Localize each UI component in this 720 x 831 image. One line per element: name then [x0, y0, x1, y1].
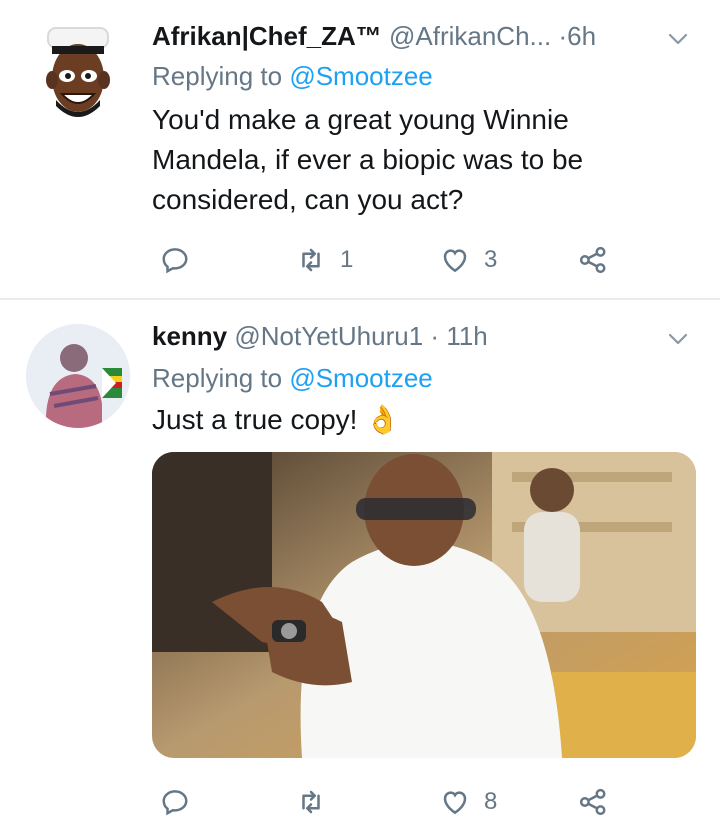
replying-to: Replying to @Smootzee: [152, 360, 433, 396]
tweet-actions: 8: [0, 782, 720, 822]
retweet-button[interactable]: [296, 782, 340, 822]
reply-icon: [162, 790, 188, 816]
user-handle[interactable]: @AfrikanCh...: [389, 21, 551, 51]
tweet-text-line: Mandela, if ever a biopic was to be: [152, 144, 584, 175]
reply-button[interactable]: [160, 240, 204, 280]
chevron-down-icon[interactable]: [666, 24, 690, 48]
reply-icon: [162, 248, 188, 274]
chevron-down-icon[interactable]: [666, 324, 690, 348]
retweet-icon: [302, 248, 320, 272]
display-name[interactable]: Afrikan|Chef_ZA™: [152, 21, 382, 51]
tweet-text-line: You'd make a great young Winnie: [152, 104, 569, 135]
separator-dot: ·: [558, 21, 568, 51]
replying-to-mention[interactable]: @Smootzee: [289, 363, 432, 393]
tweet-reply-1[interactable]: Afrikan|Chef_ZA™ @AfrikanCh... ·6h Reply…: [0, 0, 720, 298]
replying-to-mention[interactable]: @Smootzee: [289, 61, 432, 91]
share-icon: [579, 246, 606, 274]
replying-to-label: Replying to: [152, 61, 283, 91]
user-handle[interactable]: @NotYetUhuru1: [234, 321, 423, 351]
separator-dot: ·: [430, 321, 440, 351]
tweet-text: You'd make a great young Winnie Mandela,…: [152, 100, 680, 220]
tweet-header: Afrikan|Chef_ZA™ @AfrikanCh... ·6h: [152, 18, 690, 54]
like-count: 8: [484, 788, 498, 815]
replying-to-label: Replying to: [152, 363, 283, 393]
tweet-media-photo[interactable]: [152, 452, 696, 758]
like-count: 3: [484, 246, 498, 273]
retweet-icon: [302, 790, 320, 814]
reply-button[interactable]: [160, 782, 204, 822]
timestamp[interactable]: 6h: [567, 21, 596, 51]
share-icon: [579, 788, 606, 816]
heart-icon: [443, 791, 467, 815]
replying-to: Replying to @Smootzee: [152, 58, 433, 94]
tweet-text: Just a true copy! 👌: [152, 400, 680, 440]
like-button[interactable]: 3: [440, 240, 497, 280]
tweet-text-line: considered, can you act?: [152, 184, 464, 215]
heart-icon: [443, 249, 467, 273]
like-button[interactable]: 8: [440, 782, 497, 822]
retweet-button[interactable]: 1: [296, 240, 353, 280]
tweet-text-line: Just a true copy! 👌: [152, 404, 401, 435]
timestamp[interactable]: 11h: [446, 321, 487, 351]
display-name[interactable]: kenny: [152, 321, 227, 351]
retweet-count: 1: [340, 246, 354, 273]
share-button[interactable]: [578, 782, 608, 822]
tweet-reply-2[interactable]: kenny @NotYetUhuru1 · 11h Replying to @S…: [0, 300, 720, 831]
avatar-kenny[interactable]: [26, 324, 130, 428]
tweet-header: kenny @NotYetUhuru1 · 11h: [152, 318, 690, 354]
tweet-actions: 1 3: [0, 240, 720, 280]
avatar-afrikan-chef[interactable]: [26, 20, 130, 124]
share-button[interactable]: [578, 240, 608, 280]
